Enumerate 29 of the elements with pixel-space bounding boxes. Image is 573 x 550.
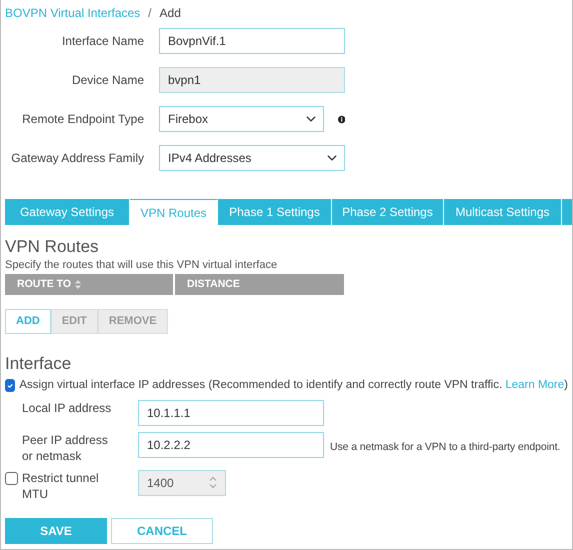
input-field[interactable]: BovpnVif.1 <box>159 28 345 54</box>
field-label: Local IP address <box>21 400 112 417</box>
breadcrumb-link[interactable]: BOVPN Virtual Interfaces <box>5 4 140 24</box>
field-label: Device Name <box>70 72 144 89</box>
action-button[interactable]: ADD <box>5 308 51 334</box>
breadcrumb-current: Add <box>160 5 181 22</box>
section-heading: Interface <box>5 354 72 374</box>
dropdown[interactable]: Firebox <box>159 106 324 132</box>
cancel-button[interactable]: CANCEL <box>111 518 213 544</box>
field-label: Remote Endpoint Type <box>21 111 144 128</box>
tab[interactable]: VPN Routes <box>130 199 218 225</box>
checkbox-label: Assign virtual interface IP addresses (Recommended to identify and correctly route VPN traffic. Learn More) <box>19 378 568 394</box>
field-label: Gateway Address Family <box>10 150 144 167</box>
field-label: Interface Name <box>60 33 144 50</box>
dropdown[interactable]: IPv4 Addresses <box>159 145 345 171</box>
hint-text: Use a netmask for a VPN to a third-party endpoint. <box>329 440 562 455</box>
save-button[interactable]: SAVE <box>5 518 107 544</box>
description-text: Specify the routes that will use this VPN virtual interface <box>5 258 278 274</box>
checkbox[interactable] <box>5 379 16 392</box>
info-icon[interactable] <box>338 114 345 124</box>
column-header[interactable]: ROUTE TO <box>5 274 175 295</box>
learn-more-link[interactable]: Learn More <box>505 379 564 392</box>
field-label: Peer IP address or netmask <box>21 432 109 464</box>
breadcrumb-separator: / <box>148 5 152 22</box>
input-field[interactable]: 10.1.1.1 <box>138 400 324 426</box>
column-header[interactable]: DISTANCE <box>175 274 344 295</box>
section-heading: VPN Routes <box>5 237 100 258</box>
input-field[interactable]: 10.2.2.2 <box>138 432 324 458</box>
checkbox-label: Restrict tunnel MTU <box>22 470 100 502</box>
